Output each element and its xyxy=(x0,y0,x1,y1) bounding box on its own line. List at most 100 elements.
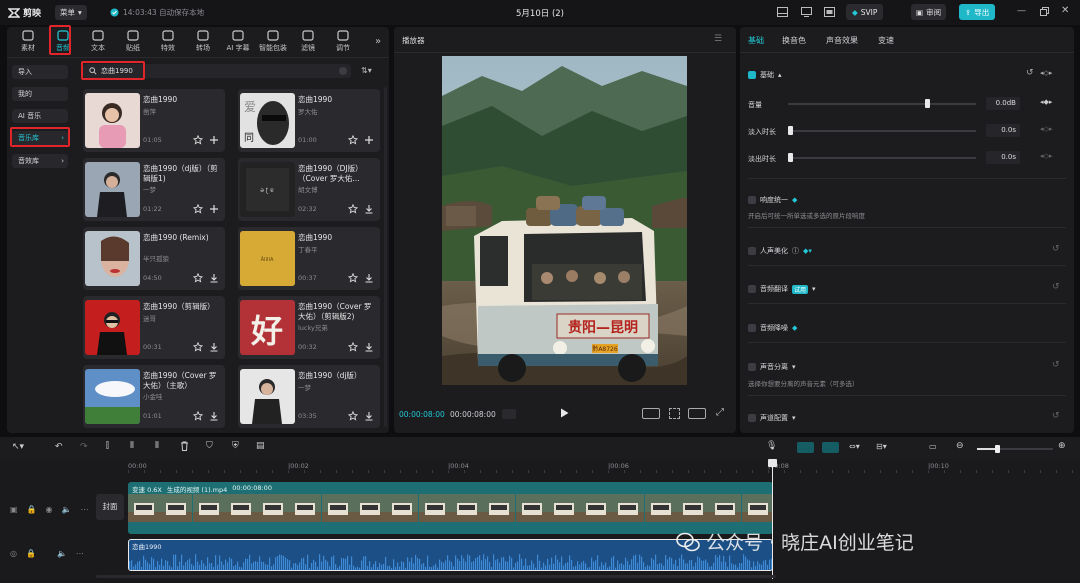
voice-beauty-reset-icon[interactable]: ↺ xyxy=(1052,244,1060,254)
download-icon[interactable] xyxy=(364,342,374,352)
favorite-star-icon[interactable] xyxy=(348,411,358,421)
cursor-tool-icon[interactable]: ↖▾ xyxy=(12,442,24,452)
visibility-icon[interactable]: ◉ xyxy=(46,505,53,514)
tab-transition[interactable]: 转场 xyxy=(186,29,220,55)
export-button[interactable]: ⇪ 导出 xyxy=(959,4,996,20)
shield-icon[interactable]: ⛨ xyxy=(232,441,239,451)
favorite-star-icon[interactable] xyxy=(348,204,358,214)
favorite-star-icon[interactable] xyxy=(193,135,203,145)
close-icon[interactable]: ✕ xyxy=(1061,5,1069,16)
crop-icon[interactable] xyxy=(669,408,680,419)
song-card[interactable]: 爱同恋曲1990 罗大佑 01:00 xyxy=(238,89,380,152)
shortcut-icon[interactable] xyxy=(824,7,835,17)
favorite-star-icon[interactable] xyxy=(193,273,203,283)
split-left-icon[interactable]: ⦀ xyxy=(130,441,134,451)
song-card[interactable]: 恋曲1990 (Remix) 半只孤狼 04:50 xyxy=(83,227,225,290)
player-menu-icon[interactable]: ☰ xyxy=(714,34,722,44)
library-scrollbar[interactable] xyxy=(384,87,387,427)
add-icon[interactable] xyxy=(209,204,219,214)
link-icon[interactable]: ⇔▾ xyxy=(849,442,860,451)
favorite-star-icon[interactable] xyxy=(348,135,358,145)
timeline-scrollbar[interactable] xyxy=(96,575,776,578)
tab-text[interactable]: 文本 xyxy=(81,29,115,55)
translate-checkbox[interactable] xyxy=(748,285,756,293)
ratio-icon[interactable] xyxy=(688,408,706,419)
translate-reset-icon[interactable]: ↺ xyxy=(1052,282,1060,292)
song-card[interactable]: 好恋曲1990（Cover 罗大佑）（剪辑版2) lucky兄弟 00:32 xyxy=(238,296,380,359)
separation-section[interactable]: 声音分离 ▾ xyxy=(748,362,796,372)
fadein-keyframe-icon[interactable]: ◂◇▸ xyxy=(1040,125,1052,133)
playhead[interactable] xyxy=(772,459,773,579)
fadeout-value-input[interactable]: 0.0s xyxy=(986,151,1020,164)
basic-checkbox[interactable] xyxy=(748,71,756,79)
menu-button[interactable]: 菜单 ▾ xyxy=(55,5,87,20)
prop-tab-3[interactable]: 变速 xyxy=(878,35,894,46)
add-icon[interactable] xyxy=(209,135,219,145)
track-select-icon[interactable]: ▣ xyxy=(10,505,18,514)
voice-beauty-checkbox[interactable] xyxy=(748,247,756,255)
preview-axis-icon[interactable]: ⊟▾ xyxy=(876,442,887,451)
tab-adjust[interactable]: 调节 xyxy=(326,29,360,55)
fullscreen-icon[interactable]: ⤢ xyxy=(716,407,724,418)
maximize-icon[interactable] xyxy=(1040,7,1049,16)
play-icon[interactable] xyxy=(560,408,569,418)
lock-icon[interactable]: 🔒 xyxy=(27,505,37,514)
lock-icon[interactable]: 🔒 xyxy=(26,549,36,558)
svip-button[interactable]: ◆ SVIP xyxy=(846,4,884,20)
layout-icon[interactable] xyxy=(777,7,788,17)
tab-sticker[interactable]: 贴纸 xyxy=(116,29,150,55)
song-card[interactable]: 恋曲1990 凿萍 01:05 xyxy=(83,89,225,152)
sidebar-item-0[interactable]: 导入 xyxy=(12,65,68,79)
tab-smart-pack[interactable]: 智能包装 xyxy=(256,29,290,55)
fadeout-slider[interactable] xyxy=(788,153,976,162)
zoom-in-icon[interactable]: ⊕ xyxy=(1058,441,1066,451)
undo-icon[interactable]: ↶ xyxy=(55,442,63,452)
zoom-slider-knob[interactable] xyxy=(995,445,1000,453)
cover-button[interactable]: 封面 xyxy=(96,494,124,520)
voice-beauty-section[interactable]: 人声美化 ⓘ ◆▾ xyxy=(748,246,812,256)
loudness-section[interactable]: 响度统一 ◆ xyxy=(748,195,797,205)
timecode-toggle-icon[interactable] xyxy=(502,409,516,419)
download-icon[interactable] xyxy=(209,411,219,421)
monitor-icon[interactable] xyxy=(801,7,812,17)
tab-media[interactable]: 素材 xyxy=(11,29,45,55)
add-icon[interactable] xyxy=(364,135,374,145)
download-icon[interactable] xyxy=(209,273,219,283)
sidebar-item-2[interactable]: AI 音乐 xyxy=(12,109,68,123)
basic-section-header[interactable]: 基础 ▴ xyxy=(748,70,782,80)
microphone-icon[interactable]: 🎙 xyxy=(766,441,777,451)
denoise-checkbox[interactable] xyxy=(748,324,756,332)
song-card[interactable]: 恋曲1990（dj版） 一梦 03:35 xyxy=(238,365,380,428)
prop-tab-2[interactable]: 声音效果 xyxy=(826,35,858,46)
video-preview[interactable]: 贵阳—昆明 黔A8726 xyxy=(442,56,687,385)
redo-icon[interactable]: ↷ xyxy=(80,442,88,452)
download-icon[interactable] xyxy=(209,342,219,352)
favorite-star-icon[interactable] xyxy=(348,273,358,283)
prop-tab-0[interactable]: 基础 xyxy=(748,35,764,46)
review-button[interactable]: ▣ 审阅 xyxy=(911,4,947,20)
favorite-star-icon[interactable] xyxy=(193,342,203,352)
mute-icon[interactable]: 🔈 xyxy=(62,505,72,514)
more-tabs-icon[interactable]: » xyxy=(375,36,381,47)
tab-ai-caption[interactable]: AI 字幕 xyxy=(221,29,255,55)
tab-filter[interactable]: 滤镜 xyxy=(291,29,325,55)
thumbnail-icon[interactable]: ▭ xyxy=(929,442,937,451)
fadeout-slider-knob[interactable] xyxy=(788,153,793,162)
song-card[interactable]: 恋曲1990（Cover 罗大佑）（主歌） 小金哇 01:01 xyxy=(83,365,225,428)
volume-slider-knob[interactable] xyxy=(925,99,931,108)
delete-icon[interactable] xyxy=(180,441,189,451)
more-icon[interactable]: ⋯ xyxy=(80,505,88,514)
translate-section[interactable]: 音频翻译 试用 ▾ xyxy=(748,284,816,294)
volume-slider[interactable] xyxy=(788,99,976,108)
timeline-ruler[interactable]: 00:00 |00:02 |00:04 |00:06 |00:08 |00:10 xyxy=(128,461,1080,473)
audio-track-icon[interactable]: ◎ xyxy=(10,549,17,558)
playhead-handle[interactable] xyxy=(768,459,777,467)
quality-icon[interactable] xyxy=(642,408,660,419)
song-card[interactable]: ə ʈ ɐ 恋曲1990（DJ版）（Cover 罗大佑... 胡文博 02:32 xyxy=(238,158,380,221)
volume-value-input[interactable]: 0.0dB xyxy=(986,97,1020,110)
fadeout-keyframe-icon[interactable]: ◂◇▸ xyxy=(1040,152,1052,160)
download-icon[interactable] xyxy=(364,411,374,421)
volume-keyframe-icon[interactable]: ◂◆▸ xyxy=(1040,98,1052,106)
favorite-star-icon[interactable] xyxy=(348,342,358,352)
filter-sort-icon[interactable]: ⇅▾ xyxy=(361,66,372,75)
